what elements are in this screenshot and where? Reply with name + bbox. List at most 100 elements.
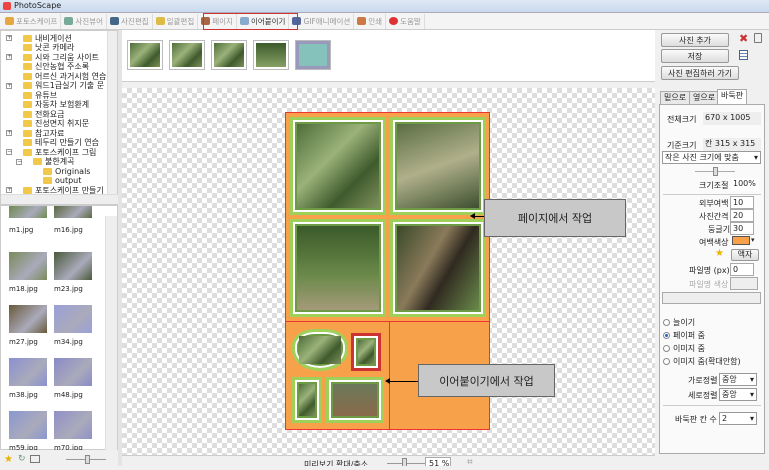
radio-icon[interactable] xyxy=(663,358,670,365)
folder-view-icon[interactable] xyxy=(30,455,40,463)
add-photo-button[interactable]: 사진 추가 xyxy=(661,33,729,47)
thumbnail-label: m38.jpg xyxy=(9,391,38,399)
frame-px-input[interactable]: 0 xyxy=(730,263,754,276)
radio-icon[interactable] xyxy=(663,345,670,352)
h-align-label: 가로정렬 xyxy=(688,376,718,385)
h-align-select[interactable]: 중앙 xyxy=(719,373,757,386)
radio-icon[interactable] xyxy=(663,319,670,326)
callout-text: 이어붙이기에서 작업 xyxy=(439,374,534,388)
selected-photos-strip[interactable] xyxy=(122,30,655,82)
rotate-icon[interactable]: ↻ xyxy=(18,454,26,464)
thumbnail-image[interactable] xyxy=(54,206,92,218)
tree-hscrollbar[interactable] xyxy=(1,194,119,204)
scale-slider-handle[interactable] xyxy=(713,167,718,176)
arrow-head-icon xyxy=(385,378,390,384)
scale-value[interactable]: 100% xyxy=(731,178,759,191)
v-align-select[interactable]: 중앙 xyxy=(719,388,757,401)
expand-toggle[interactable]: − xyxy=(6,149,12,155)
thumbnail-list[interactable]: m1.jpg m16.jpg m18.jpg m23.jpg m27.jpg m34.jp… xyxy=(0,205,118,452)
go-edit-button[interactable]: 사진 편집하러 가기 xyxy=(661,66,739,80)
folder-icon xyxy=(23,82,32,89)
tab-gif[interactable]: GIF애니메이션 xyxy=(289,13,355,29)
collage-photo xyxy=(292,377,322,423)
selected-photo[interactable] xyxy=(169,40,205,70)
folder-tree[interactable]: 내비게이션 + 낫콘 카메라 시와 그리움 사이트 + 신안농협 주소록 어르신 과거시험 … xyxy=(0,30,119,205)
expand-toggle[interactable]: − xyxy=(16,158,22,165)
thumbnail-image[interactable] xyxy=(54,252,92,280)
folder-icon xyxy=(23,72,32,80)
outer-margin-input[interactable]: 10 xyxy=(730,196,754,209)
tab-viewer[interactable]: 사진뷰어 xyxy=(61,13,108,29)
zoom-slider[interactable] xyxy=(387,463,427,464)
chevron-down-icon[interactable]: ▾ xyxy=(751,236,755,244)
radio-option[interactable]: 이미지 줌 xyxy=(663,343,705,354)
frame-px-label: 파일명 (px) xyxy=(689,266,730,275)
folder-icon xyxy=(23,139,32,146)
thumbnail-image[interactable] xyxy=(54,358,92,386)
tab-batch[interactable]: 일괄편집 xyxy=(153,13,199,29)
round-input[interactable]: 30 xyxy=(730,222,754,235)
thumb-vscrollbar[interactable] xyxy=(105,216,117,451)
trash-icon[interactable] xyxy=(754,33,762,43)
highlight-box xyxy=(203,13,298,30)
folder-icon xyxy=(23,129,32,137)
v-align-label: 세로정렬 xyxy=(688,391,718,400)
tab-print[interactable]: 인쇄 xyxy=(354,13,387,29)
remove-icon[interactable]: ✖ xyxy=(739,32,748,45)
thumbnail-image[interactable] xyxy=(9,305,47,333)
base-size-label: 기준크기 xyxy=(667,141,697,150)
tab-grid[interactable]: 바둑판 xyxy=(717,89,748,104)
folder-icon xyxy=(23,91,32,99)
star-icon[interactable]: ★ xyxy=(4,454,13,465)
fit-select[interactable]: 작은 사진 크기에 맞춤 xyxy=(662,151,761,164)
tree-item[interactable]: Originals xyxy=(43,166,90,176)
radio-label: 이미지 줌(확대안함) xyxy=(673,357,741,366)
selected-photo[interactable] xyxy=(211,40,247,70)
list-icon[interactable] xyxy=(739,50,748,60)
tab-photoscape[interactable]: 포토스케이프 xyxy=(2,13,62,29)
radio-option[interactable]: 페이퍼 줌 xyxy=(663,330,705,341)
tab-help[interactable]: 도움말 xyxy=(386,13,425,29)
tab-vertical[interactable]: 밑으로 xyxy=(660,91,691,104)
selected-photo[interactable] xyxy=(127,40,163,70)
tree-item[interactable]: 불한계곡 xyxy=(33,157,74,167)
thumb-size-handle[interactable] xyxy=(85,455,90,464)
radio-option[interactable]: 이미지 줌(확대안함) xyxy=(663,356,741,367)
folder-icon xyxy=(33,158,42,165)
selected-photo[interactable] xyxy=(295,40,331,70)
expand-toggle[interactable]: + xyxy=(6,54,12,60)
radio-icon[interactable] xyxy=(663,332,670,339)
folder-icon xyxy=(43,177,52,184)
radio-option[interactable]: 늘이기 xyxy=(663,317,695,328)
frame-button[interactable]: 액자 xyxy=(731,249,759,261)
thumbnail-image[interactable] xyxy=(54,411,92,439)
selected-photo[interactable] xyxy=(253,40,289,70)
tree-vscrollbar[interactable] xyxy=(107,31,117,194)
filename-field xyxy=(662,292,761,304)
thumbnail-image[interactable] xyxy=(9,358,47,386)
tab-horizontal[interactable]: 옆으로 xyxy=(689,91,720,104)
settings-panel: 사진 추가 ✖ 저장 사진 편집하러 가기 밑으로 옆으로 바둑판 전체크기 6… xyxy=(655,30,769,455)
columns-select[interactable]: 2 xyxy=(719,412,757,425)
thumbnail-image[interactable] xyxy=(9,206,47,218)
expand-toggle[interactable]: + xyxy=(6,35,12,41)
thumbnail-label: m23.jpg xyxy=(54,285,83,293)
frame-color-label: 파일명 색상 xyxy=(689,280,729,289)
expand-toggle[interactable]: + xyxy=(6,187,12,193)
collage-photo xyxy=(390,117,486,215)
radio-label: 이미지 줌 xyxy=(673,344,705,353)
margin-color-swatch[interactable] xyxy=(732,236,750,245)
tab-editor[interactable]: 사진편집 xyxy=(107,13,153,29)
expand-toggle[interactable]: + xyxy=(6,82,12,89)
folder-icon xyxy=(23,34,32,42)
spacing-input[interactable]: 20 xyxy=(730,209,754,222)
thumbnail-image[interactable] xyxy=(9,252,47,280)
thumbnail-image[interactable] xyxy=(54,305,92,333)
folder-icon xyxy=(23,186,32,194)
thumbnail-image[interactable] xyxy=(9,411,47,439)
collage-photo xyxy=(390,219,486,317)
main-toolbar: 포토스케이프 사진뷰어 사진편집 일괄편집 페이지 이어붙이기 GIF애니메이션… xyxy=(0,13,769,30)
save-button[interactable]: 저장 xyxy=(661,49,729,63)
title-bar: PhotoScape xyxy=(0,0,769,13)
expand-toggle[interactable]: + xyxy=(6,130,12,136)
